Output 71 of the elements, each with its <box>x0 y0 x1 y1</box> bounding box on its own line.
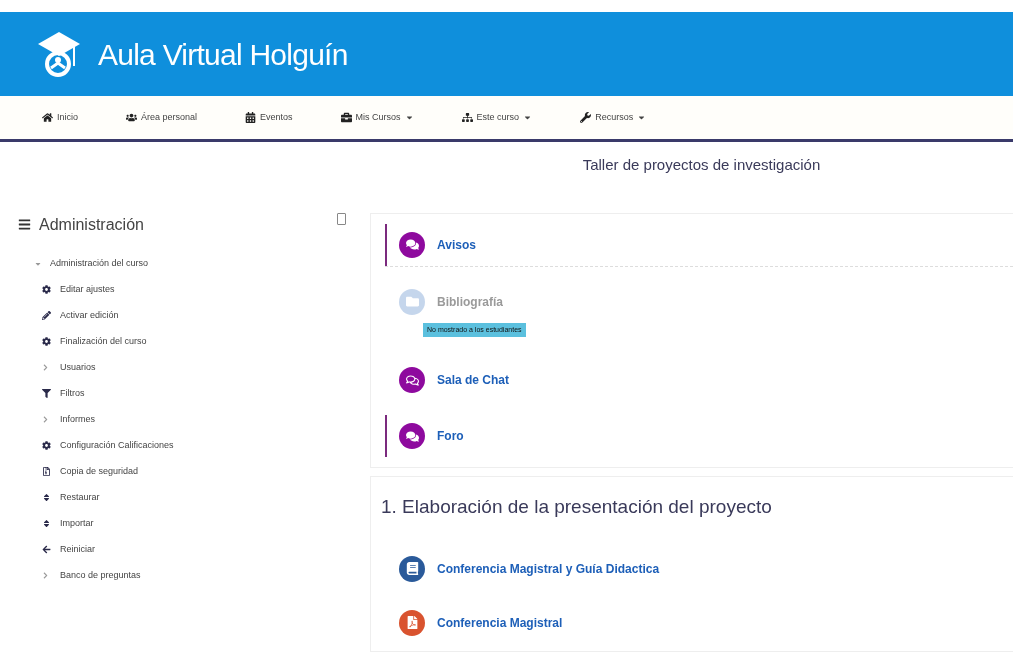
calendar-icon <box>245 112 257 123</box>
arrow-icon <box>42 545 52 554</box>
pencil-icon <box>42 311 52 320</box>
tree-label: Banco de preguntas <box>60 568 141 582</box>
activity-link[interactable]: Conferencia Magistral y Guía Didactica <box>437 559 660 578</box>
activity-link[interactable]: Conferencia Magistral <box>437 613 563 632</box>
nav-item[interactable]: Mis Cursos <box>340 110 414 125</box>
settings-icon <box>42 285 52 294</box>
tree-link[interactable]: Copia de seguridad <box>34 458 346 485</box>
up-down-arrows-icon <box>42 519 52 528</box>
tree-label: Configuración Calificaciones <box>60 438 174 452</box>
chat-icon <box>399 367 425 393</box>
folder-icon <box>399 288 425 315</box>
logo-icon <box>36 30 82 78</box>
tree-link[interactable]: Filtros <box>34 380 346 407</box>
activity-link[interactable]: Sala de Chat <box>437 371 510 389</box>
briefcase-icon <box>340 112 352 123</box>
course-title: Taller de proyectos de investigación <box>582 155 821 175</box>
activity-link[interactable]: Foro <box>437 427 464 445</box>
users-icon <box>126 112 137 123</box>
settings-icon <box>42 441 52 450</box>
menu-icon[interactable] <box>18 218 31 231</box>
tree-label: Filtros <box>60 386 85 400</box>
tree-label: Finalización del curso <box>60 334 147 348</box>
pdf-icon <box>399 609 425 636</box>
nav-label: Recursos <box>595 110 634 124</box>
nav-item[interactable]: Área personal <box>126 110 198 125</box>
tree-label: Reiniciar <box>60 542 95 556</box>
tree-label: Activar edición <box>60 308 119 322</box>
nav-item[interactable]: Eventos <box>245 110 293 125</box>
tree-label: Informes <box>60 412 95 426</box>
forum-icon <box>399 231 425 258</box>
book-icon <box>399 555 425 582</box>
sitemap-icon <box>461 112 473 123</box>
file-icon <box>42 467 52 476</box>
nav-item[interactable]: Inicio <box>42 110 78 125</box>
tree-label: Usuarios <box>60 360 96 374</box>
nav-label: Área personal <box>141 110 198 124</box>
tree-link[interactable]: Importar <box>34 510 346 537</box>
tree-label: Copia de seguridad <box>60 464 139 478</box>
nav-label: Eventos <box>260 110 293 124</box>
tree-branch[interactable]: Informes <box>34 406 346 433</box>
tree-branch[interactable]: Administración del curso <box>34 250 346 277</box>
tree-label: Restaurar <box>60 490 100 504</box>
tree-label: Administración del curso <box>50 256 149 270</box>
nav-item[interactable]: Este curso <box>461 110 533 125</box>
tree-link[interactable]: Activar edición <box>34 302 346 329</box>
site-title: Aula Virtual Holguín <box>98 36 348 73</box>
nav-label: Inicio <box>57 110 78 124</box>
tree-link[interactable]: Restaurar <box>34 484 346 511</box>
nav-item[interactable]: Recursos <box>580 110 647 125</box>
activity-link[interactable]: Avisos <box>437 235 476 254</box>
tree-link[interactable]: Finalización del curso <box>34 328 346 355</box>
nav-label: Mis Cursos <box>355 110 401 124</box>
settings-icon <box>42 337 52 346</box>
home-icon <box>42 112 53 123</box>
section-title: 1. Elaboración de la presentación del proyecto <box>381 495 773 519</box>
tree-branch[interactable]: Usuarios <box>34 354 346 381</box>
nav-label: Este curso <box>476 110 520 124</box>
tree-link[interactable]: Configuración Calificaciones <box>34 432 346 459</box>
tree-label: Importar <box>60 516 94 530</box>
forum-icon <box>399 423 425 449</box>
tree-branch[interactable]: Banco de preguntas <box>34 562 346 589</box>
block-title: Administración <box>39 214 144 235</box>
dock-icon[interactable] <box>337 212 346 225</box>
wrench-icon <box>580 112 592 123</box>
tree-link[interactable]: Editar ajustes <box>34 276 346 303</box>
up-down-arrows-icon <box>42 493 52 502</box>
filter-icon <box>42 389 52 398</box>
tree-link[interactable]: Reiniciar <box>34 536 346 563</box>
tree-label: Editar ajustes <box>60 282 115 296</box>
